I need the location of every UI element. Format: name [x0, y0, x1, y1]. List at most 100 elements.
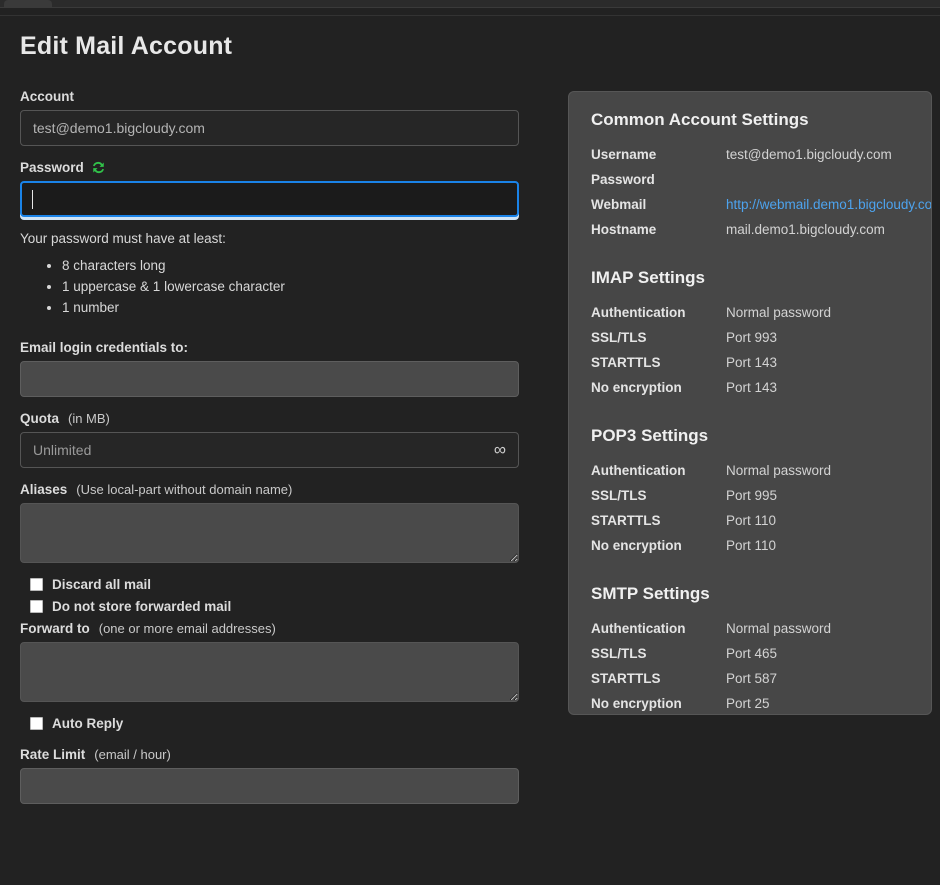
- info-row: No encryption Port 110: [591, 533, 909, 558]
- info-row: STARTTLS Port 110: [591, 508, 909, 533]
- auto-reply-label: Auto Reply: [52, 716, 123, 731]
- do-not-store-forwarded-checkbox[interactable]: [30, 600, 43, 613]
- info-row-key: SSL/TLS: [591, 641, 726, 666]
- quota-hint: (in MB): [68, 411, 110, 426]
- list-item: 8 characters long: [62, 255, 520, 276]
- info-row-value: Port 143: [726, 375, 777, 400]
- info-row-value: Port 110: [726, 508, 776, 533]
- info-row-key: STARTTLS: [591, 666, 726, 691]
- info-row-key: Webmail: [591, 192, 726, 217]
- list-item: 1 uppercase & 1 lowercase character: [62, 276, 520, 297]
- browser-chrome-strip: [0, 8, 940, 16]
- email-credentials-label: Email login credentials to:: [20, 340, 520, 355]
- info-row-key: No encryption: [591, 691, 726, 715]
- forward-to-label-text: Forward to: [20, 621, 90, 636]
- do-not-store-forwarded-label: Do not store forwarded mail: [52, 599, 231, 614]
- info-row: Authentication Normal password: [591, 616, 909, 641]
- webmail-link[interactable]: http://webmail.demo1.bigcloudy.com: [726, 192, 932, 217]
- info-row: SSL/TLS Port 465: [591, 641, 909, 666]
- quota-field-wrap: ∞: [20, 432, 520, 468]
- smtp-settings-heading: SMTP Settings: [591, 584, 909, 604]
- aliases-label: Aliases (Use local-part without domain n…: [20, 482, 520, 497]
- aliases-hint: (Use local-part without domain name): [76, 482, 292, 497]
- password-rules-title: Your password must have at least:: [20, 231, 520, 246]
- auto-reply-row[interactable]: Auto Reply: [30, 716, 520, 731]
- info-row: Password: [591, 167, 909, 192]
- quota-input[interactable]: [20, 432, 519, 468]
- info-row: No encryption Port 25: [591, 691, 909, 715]
- info-row-key: STARTTLS: [591, 350, 726, 375]
- info-row-value: Normal password: [726, 300, 831, 325]
- info-row-key: Authentication: [591, 616, 726, 641]
- account-input[interactable]: [20, 110, 519, 146]
- forward-to-field-wrap: [20, 642, 520, 702]
- info-row: Webmail http://webmail.demo1.bigcloudy.c…: [591, 192, 909, 217]
- discard-all-mail-row[interactable]: Discard all mail: [30, 577, 520, 592]
- info-row: No encryption Port 143: [591, 375, 909, 400]
- info-row-value: Port 993: [726, 325, 777, 350]
- forward-to-textarea[interactable]: [20, 642, 519, 702]
- refresh-icon[interactable]: [91, 160, 106, 175]
- info-row-value: Port 587: [726, 666, 777, 691]
- rate-limit-label-text: Rate Limit: [20, 747, 85, 762]
- password-input[interactable]: [20, 181, 519, 217]
- info-row-key: SSL/TLS: [591, 325, 726, 350]
- info-row-key: No encryption: [591, 375, 726, 400]
- quota-label-text: Quota: [20, 411, 59, 426]
- browser-tab-stub[interactable]: [4, 0, 52, 7]
- info-row: STARTTLS Port 587: [591, 666, 909, 691]
- password-label-text: Password: [20, 160, 84, 175]
- info-row: SSL/TLS Port 995: [591, 483, 909, 508]
- page-title: Edit Mail Account: [20, 32, 520, 61]
- info-row-value: Normal password: [726, 616, 831, 641]
- info-row-key: SSL/TLS: [591, 483, 726, 508]
- discard-all-mail-checkbox[interactable]: [30, 578, 43, 591]
- info-row: SSL/TLS Port 993: [591, 325, 909, 350]
- password-label: Password: [20, 160, 520, 175]
- info-row: Username test@demo1.bigcloudy.com: [591, 142, 909, 167]
- info-row-key: No encryption: [591, 533, 726, 558]
- info-row-value: Normal password: [726, 458, 831, 483]
- rate-limit-field-wrap: [20, 768, 520, 804]
- info-row-key: Authentication: [591, 300, 726, 325]
- info-row-value: mail.demo1.bigcloudy.com: [726, 217, 885, 242]
- do-not-store-forwarded-row[interactable]: Do not store forwarded mail: [30, 599, 520, 614]
- email-credentials-input[interactable]: [20, 361, 519, 397]
- rate-limit-label: Rate Limit (email / hour): [20, 747, 520, 762]
- common-settings-heading: Common Account Settings: [591, 110, 909, 130]
- text-caret: [32, 190, 33, 209]
- account-field-wrap: [20, 110, 520, 146]
- auto-reply-checkbox[interactable]: [30, 717, 43, 730]
- info-row-key: Authentication: [591, 458, 726, 483]
- edit-mail-account-form: Edit Mail Account Account Password Your …: [20, 32, 520, 818]
- info-row: Hostname mail.demo1.bigcloudy.com: [591, 217, 909, 242]
- forward-to-label: Forward to (one or more email addresses): [20, 621, 520, 636]
- account-label-text: Account: [20, 89, 74, 104]
- info-row-key: Hostname: [591, 217, 726, 242]
- info-row-value: Port 143: [726, 350, 777, 375]
- aliases-label-text: Aliases: [20, 482, 67, 497]
- info-row-value: Port 465: [726, 641, 777, 666]
- pop3-settings-heading: POP3 Settings: [591, 426, 909, 446]
- info-row: STARTTLS Port 143: [591, 350, 909, 375]
- page-root: Edit Mail Account Account Password Your …: [0, 16, 940, 884]
- infinity-icon[interactable]: ∞: [494, 440, 506, 460]
- password-rules: Your password must have at least: 8 char…: [20, 231, 520, 318]
- password-rules-list: 8 characters long 1 uppercase & 1 lowerc…: [20, 255, 520, 318]
- info-row-key: Password: [591, 167, 726, 192]
- account-label: Account: [20, 89, 520, 104]
- password-field-wrap: [20, 181, 520, 217]
- imap-settings-heading: IMAP Settings: [591, 268, 909, 288]
- rate-limit-input[interactable]: [20, 768, 519, 804]
- info-row-key: Username: [591, 142, 726, 167]
- list-item: 1 number: [62, 297, 520, 318]
- account-settings-panel: Common Account Settings Username test@de…: [568, 91, 932, 715]
- info-row-value: Port 25: [726, 691, 770, 715]
- aliases-textarea[interactable]: [20, 503, 519, 563]
- info-row-key: STARTTLS: [591, 508, 726, 533]
- quota-label: Quota (in MB): [20, 411, 520, 426]
- email-credentials-field-wrap: [20, 361, 520, 397]
- aliases-field-wrap: [20, 503, 520, 563]
- browser-chrome-top: [0, 0, 940, 8]
- discard-all-mail-label: Discard all mail: [52, 577, 151, 592]
